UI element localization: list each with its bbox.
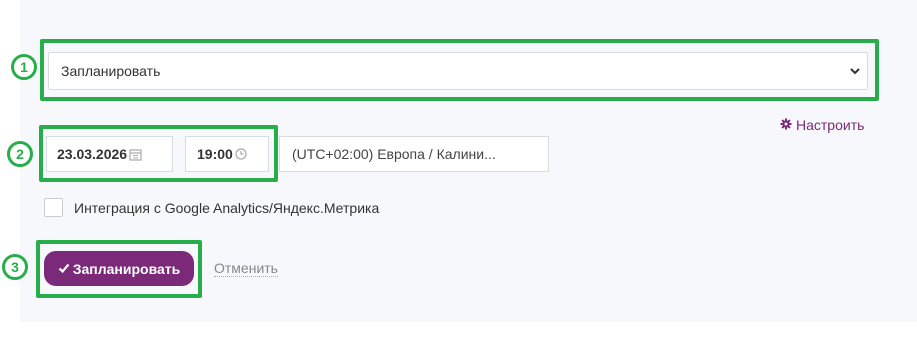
timezone-select[interactable]: (UTC+02:00) Европа / Калини... — [279, 136, 549, 172]
settings-label: Настроить — [796, 117, 865, 133]
date-input[interactable]: 23.03.2026 — [46, 136, 173, 172]
annotation-badge-1: 1 — [11, 54, 37, 80]
schedule-submit-button[interactable]: Запланировать — [44, 251, 194, 286]
settings-link[interactable]: Настроить — [780, 117, 864, 133]
clock-icon — [235, 148, 247, 160]
gear-icon — [780, 117, 792, 133]
time-input[interactable]: 19:00 — [185, 136, 269, 172]
analytics-option: Интеграция с Google Analytics/Яндекс.Мет… — [44, 198, 379, 217]
cancel-link[interactable]: Отменить — [214, 261, 278, 277]
schedule-mode-value: Запланировать — [61, 63, 161, 79]
submit-label: Запланировать — [72, 260, 181, 277]
checkmark-icon — [58, 261, 70, 277]
analytics-checkbox[interactable] — [44, 198, 63, 217]
chevron-down-icon — [849, 64, 861, 80]
annotation-badge-3: 3 — [2, 254, 28, 280]
analytics-label: Интеграция с Google Analytics/Яндекс.Мет… — [74, 199, 380, 216]
schedule-mode-select[interactable]: Запланировать — [48, 52, 868, 90]
annotation-badge-2: 2 — [7, 141, 33, 167]
date-value: 23.03.2026 — [57, 146, 128, 162]
time-value: 19:00 — [197, 146, 233, 162]
timezone-value: (UTC+02:00) Европа / Калини... — [292, 146, 496, 162]
calendar-icon — [129, 148, 142, 161]
